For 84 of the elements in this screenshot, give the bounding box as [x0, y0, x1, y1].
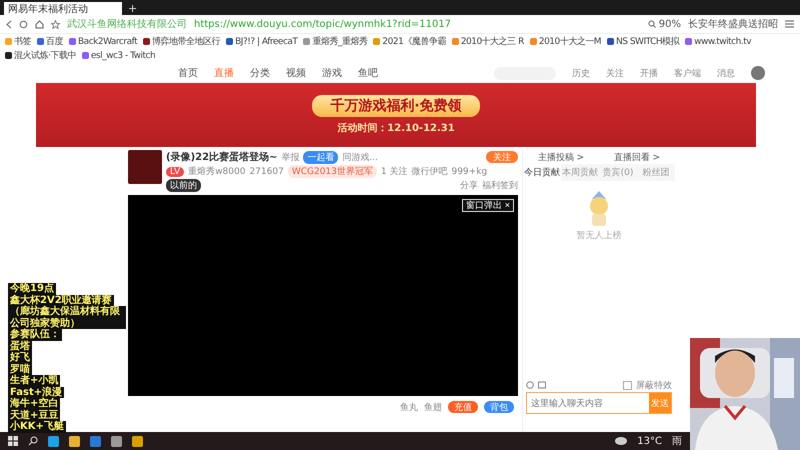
overlay-text: 蛋塔: [8, 340, 32, 352]
effects-checkbox[interactable]: [623, 380, 632, 390]
app-icon[interactable]: [132, 436, 143, 446]
browser-tab[interactable]: 网易年末福利活动: [4, 2, 122, 15]
report-link[interactable]: 举报: [281, 150, 300, 164]
bookmark[interactable]: NS SWITCH模拟: [607, 35, 680, 48]
temperature: 13°C: [637, 436, 662, 446]
gift-item[interactable]: 鱼丸: [400, 400, 418, 414]
bookmark[interactable]: 重熔秀_重熔秀: [303, 35, 368, 48]
star-icon[interactable]: [51, 20, 60, 28]
search-field[interactable]: 长安年终盛典送招昭: [688, 17, 778, 31]
tag-badge: 以前的: [166, 179, 201, 192]
bookmark[interactable]: 2021《魔兽争霸: [373, 35, 446, 48]
bookmark[interactable]: 混火试炼·下载中: [5, 49, 76, 62]
streamer-avatar: [128, 150, 162, 184]
new-tab-button[interactable]: +: [128, 2, 138, 15]
bookmark[interactable]: 书签: [5, 35, 31, 48]
ranking-tab[interactable]: 今日贡献: [523, 164, 561, 181]
user-link[interactable]: 消息: [717, 66, 735, 80]
zoom-level: 90%: [658, 18, 681, 30]
follower-count: 1 关注: [380, 166, 408, 178]
popout-button[interactable]: 窗口弹出 ×: [462, 199, 514, 212]
overlay-text: 小KK+飞艇: [8, 421, 66, 432]
app-icon[interactable]: [111, 436, 122, 446]
bookmark[interactable]: 2010十大之三 R: [452, 35, 524, 48]
overlay-text: 今晚19点: [8, 283, 56, 294]
bookmark[interactable]: www.twitch.tv: [685, 36, 752, 46]
banner-headline: 千万游戏福利·免费领: [312, 95, 480, 117]
user-link[interactable]: 客户端: [674, 66, 701, 80]
room-title: (录像)22比赛蛋塔登场~: [166, 150, 278, 164]
owner-name[interactable]: 重熔秀w8000: [188, 165, 246, 178]
nav-link[interactable]: 游戏: [322, 66, 342, 80]
side-link[interactable]: 主播投稿 >: [538, 150, 584, 164]
avatar-icon[interactable]: [751, 66, 765, 80]
level-badge: LV: [166, 166, 184, 176]
fan-group[interactable]: 微行伊吧: [411, 165, 448, 178]
weight-count: 999+kg: [451, 166, 488, 176]
signin-link[interactable]: 福利签到: [482, 179, 518, 192]
app-icon[interactable]: [90, 436, 101, 446]
overlay-text: 天道+豆豆: [8, 410, 60, 421]
cloud-icon: [615, 437, 628, 445]
back-icon[interactable]: [6, 20, 12, 28]
search-icon[interactable]: [28, 436, 38, 446]
overlay-text: 参赛队伍：: [8, 329, 62, 340]
category-link[interactable]: 同游戏...: [342, 150, 378, 164]
bookmark[interactable]: 博弈地带全地区行: [143, 35, 220, 48]
menu-icon[interactable]: [785, 20, 794, 28]
overlay-text: 生者+小凯: [8, 375, 60, 386]
gift-item[interactable]: 鱼翅: [424, 400, 442, 414]
nav-link[interactable]: 鱼吧: [358, 66, 378, 80]
checkbox-label: 屏蔽特效: [636, 380, 672, 392]
honor-badge: WCG2013世界冠军: [288, 165, 377, 178]
share-link[interactable]: 分享: [460, 179, 478, 192]
overlay-text: 鑫大杯2V2职业邀请赛: [8, 294, 114, 306]
user-link[interactable]: 历史: [572, 66, 590, 80]
banner-period: 活动时间：12.10-12.31: [337, 122, 455, 135]
heat-count: 271607: [249, 166, 284, 176]
bookmark[interactable]: esl_wc3 - Twitch: [82, 50, 156, 60]
overlay-text: （廊坊鑫大保温材料有限公司独家赞助）: [8, 306, 126, 329]
user-link[interactable]: 开播: [640, 66, 658, 80]
windows-icon[interactable]: [8, 436, 18, 446]
weather-text: 雨: [672, 435, 682, 448]
nav-link[interactable]: 首页: [178, 66, 198, 80]
overlay-text: 海牛+空白: [8, 398, 60, 410]
bookmark[interactable]: Back2Warcraft: [69, 36, 138, 46]
browser-icon[interactable]: [48, 436, 59, 446]
promo-banner[interactable]: 千万游戏福利·免费领 活动时间：12.10-12.31: [36, 83, 756, 147]
bookmark[interactable]: 2010十大之一M: [530, 35, 602, 48]
user-link[interactable]: 关注: [606, 66, 624, 80]
image-icon[interactable]: [538, 381, 546, 389]
overlay-text: Fast+浪漫: [8, 386, 64, 398]
folder-icon[interactable]: [69, 436, 80, 446]
overlay-text: 好飞: [8, 352, 32, 364]
nav-link[interactable]: 分类: [250, 66, 270, 80]
nav-link[interactable]: 视频: [286, 66, 306, 80]
empty-message: 暂无人上榜: [576, 230, 622, 242]
video-player[interactable]: 窗口弹出 ×: [128, 195, 518, 396]
site-owner: 武汉斗鱼网络科技有限公司: [67, 18, 187, 31]
search-icon[interactable]: [648, 20, 656, 28]
overlay-text: 罗喵: [8, 364, 32, 375]
side-link[interactable]: 直播回看 >: [614, 150, 660, 164]
bookmark[interactable]: 百度: [37, 35, 63, 48]
bookmark[interactable]: BJ?!? | AfreecaT: [226, 36, 298, 46]
home-icon[interactable]: [35, 20, 44, 28]
